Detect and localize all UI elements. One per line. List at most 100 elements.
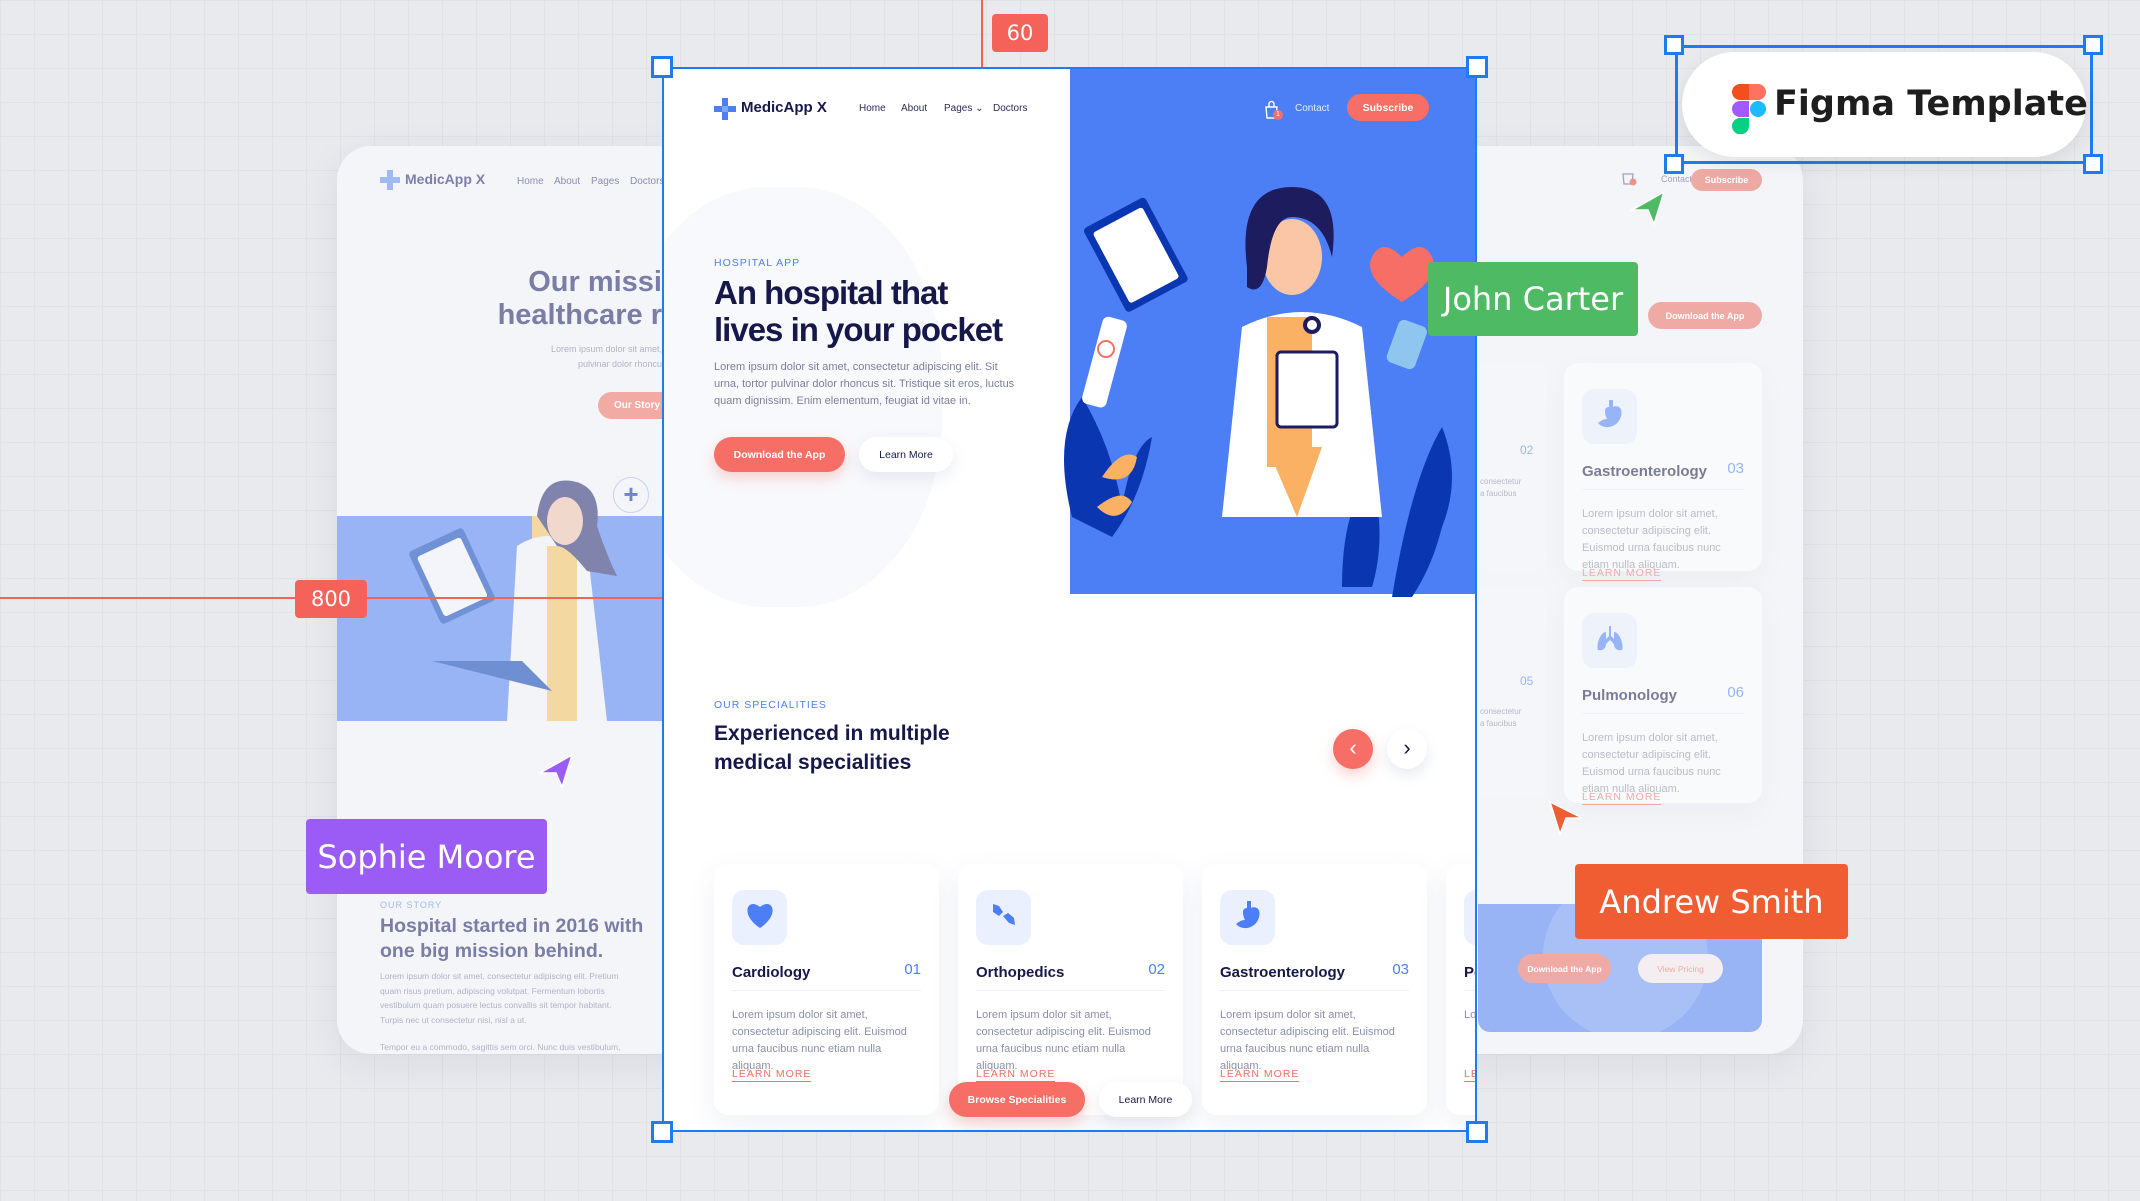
partial-card-1 (1477, 363, 1547, 571)
left-body-line2: pulvinar dolor rhoncu (577, 359, 662, 369)
nav-pages[interactable]: Pages ⌄ (944, 103, 984, 114)
card-icon-box (1582, 389, 1637, 444)
card-icon-box (1220, 890, 1275, 945)
figma-handle-tl[interactable] (1664, 35, 1684, 55)
right-contact-link[interactable]: Contact (1661, 174, 1692, 184)
partial-text-1: consectetur a faucibus (1480, 476, 1521, 500)
cart-icon[interactable] (1620, 168, 1638, 186)
card-learn-more-link[interactable]: LE (1464, 1068, 1477, 1082)
card-body: Lorem ipsum dolor sit amet, consectetur … (1582, 508, 1721, 571)
hero-title-line2: lives in your pocket (714, 311, 1003, 348)
nav-contact[interactable]: Contact (1295, 103, 1329, 114)
cursor-label-andrew-smith: Andrew Smith (1575, 864, 1848, 939)
stomach-icon (1595, 624, 1625, 657)
resize-handle-tl[interactable] (651, 56, 673, 78)
card-icon-box (1582, 613, 1637, 668)
card-number: 02 (1148, 961, 1165, 978)
hero-learn-more-button[interactable]: Learn More (859, 437, 953, 472)
left-title: Our missi healthcare r (337, 266, 662, 332)
doctor-illustration (1064, 187, 1452, 597)
heart-icon (745, 901, 775, 934)
card-learn-more-link[interactable]: LEARN MORE (1582, 791, 1662, 805)
card-number: 06 (1727, 684, 1744, 701)
left-nav-pages[interactable]: Pages (591, 176, 619, 187)
figma-template-badge: Figma Template (1675, 45, 2093, 164)
partial-card-2 (1477, 587, 1547, 797)
figma-logo-icon (1732, 84, 1766, 134)
nav-about[interactable]: About (901, 103, 927, 114)
card-title: Cardiology (732, 964, 811, 981)
speciality-card[interactable]: Pulmonology 06 Lorem ipsum dolor sit ame… (1564, 587, 1762, 805)
carousel-prev-button[interactable]: ‹ (1333, 729, 1373, 769)
card-divider (976, 990, 1165, 991)
story-body: Lorem ipsum dolor sit amet, consectetur … (380, 971, 619, 1025)
stomach-icon (1595, 398, 1625, 435)
right-subscribe-button[interactable]: Subscribe (1691, 169, 1762, 191)
left-brand: MedicApp X (405, 171, 486, 187)
card-title: Gastroenterology (1220, 964, 1346, 981)
specialities-eyebrow: OUR SPECIALITIES (714, 699, 827, 711)
speciality-card[interactable]: Orthopedics 02 Lorem ipsum dolor sit ame… (958, 864, 1183, 1115)
cta-download-button[interactable]: Download the App (1518, 954, 1611, 983)
left-page-preview: MedicApp X Home About Pages Doctors Our … (337, 146, 697, 1054)
figma-handle-bl[interactable] (1664, 154, 1684, 174)
figma-template-label: Figma Template (1774, 84, 2088, 124)
logo-icon (380, 170, 400, 190)
story-title: Hospital started in 2016 with one big mi… (380, 914, 643, 964)
speciality-card[interactable]: Gastroenterology 03 Lorem ipsum dolor si… (1202, 864, 1427, 1115)
card-learn-more-link[interactable]: LEARN MORE (976, 1068, 1056, 1082)
resize-handle-br[interactable] (1466, 1121, 1488, 1143)
card-number: 03 (1727, 460, 1744, 477)
cursor-label-sophie-moore: Sophie Moore (306, 819, 547, 894)
logo-icon (714, 98, 736, 120)
chevron-right-icon: › (1403, 735, 1411, 760)
speciality-card[interactable]: Cardiology 01 Lorem ipsum dolor sit amet… (714, 864, 939, 1115)
cart-badge: 1 (1273, 110, 1283, 120)
view-pricing-button[interactable]: View Pricing (1638, 954, 1723, 983)
partial-num-1: 02 (1520, 443, 1534, 457)
card-learn-more-link[interactable]: LEARN MORE (1220, 1068, 1300, 1082)
card-body: Lorem ipsum dolor sit amet, consectetur … (1220, 1009, 1395, 1072)
left-body: Lorem ipsum dolor sit amet, pulvinar dol… (337, 342, 662, 372)
brand-name[interactable]: MedicApp X (741, 99, 827, 116)
right-download-button[interactable]: Download the App (1648, 302, 1762, 329)
left-nav-about[interactable]: About (554, 176, 580, 187)
card-learn-more-link[interactable]: LEARN MORE (1582, 567, 1662, 581)
ruler-line-vertical (981, 0, 983, 67)
left-body-line1: Lorem ipsum dolor sit amet, (550, 344, 662, 354)
nav-home[interactable]: Home (859, 103, 886, 114)
speciality-card[interactable]: Pe Lo ad nu LE (1446, 864, 1477, 1115)
hero-title-line1: An hospital that (714, 274, 948, 311)
hero-body: Lorem ipsum dolor sit amet, consectetur … (714, 361, 1015, 407)
card-divider (1220, 990, 1409, 991)
subscribe-button[interactable]: Subscribe (1347, 94, 1429, 121)
card-body: Lo ad nu (1464, 1009, 1477, 1021)
figma-handle-tr[interactable] (2083, 35, 2103, 55)
download-app-button[interactable]: Download the App (714, 437, 845, 472)
nav-doctors[interactable]: Doctors (993, 103, 1027, 114)
card-learn-more-link[interactable]: LEARN MORE (732, 1068, 812, 1082)
figma-handle-br[interactable] (2083, 154, 2103, 174)
left-nav-home[interactable]: Home (517, 176, 544, 187)
resize-handle-bl[interactable] (651, 1121, 673, 1143)
partial-line: consectetur (1480, 477, 1522, 486)
card-body: Lorem ipsum dolor sit amet, consectetur … (732, 1009, 907, 1072)
browse-specialities-button[interactable]: Browse Specialities (949, 1082, 1085, 1117)
specialities-learn-more-button[interactable]: Learn More (1099, 1082, 1192, 1117)
left-nav-doctors[interactable]: Doctors (630, 176, 664, 187)
speciality-card[interactable]: Gastroenterology 03 Lorem ipsum dolor si… (1564, 363, 1762, 581)
partial-line: a faucibus (1480, 489, 1517, 498)
resize-handle-tr[interactable] (1466, 56, 1488, 78)
story-eyebrow: OUR STORY (380, 900, 443, 910)
carousel-next-button[interactable]: › (1387, 729, 1427, 769)
card-icon-box (976, 890, 1031, 945)
partial-num-2: 05 (1520, 674, 1534, 688)
card-divider (1582, 489, 1744, 490)
story-title-line2: one big mission behind. (380, 940, 604, 962)
card-body: Lorem ipsum dolor sit amet, consectetur … (976, 1009, 1151, 1072)
card-title: Pulmonology (1582, 687, 1677, 704)
main-artboard: MedicApp X Home About Pages ⌄ Doctors 1 … (662, 67, 1477, 1132)
card-icon-box (1464, 890, 1477, 945)
cursor-label-john-carter: John Carter (1428, 262, 1638, 336)
cart-button[interactable]: 1 (1264, 100, 1283, 120)
